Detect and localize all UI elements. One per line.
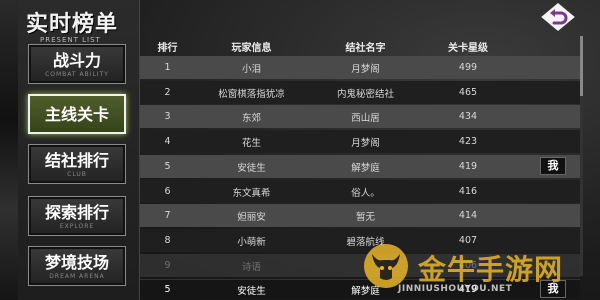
player-cell: 诗语 — [241, 261, 261, 273]
back-button[interactable] — [536, 0, 580, 34]
rank-cell: 8 — [164, 235, 171, 246]
my-player: 安徒生 — [237, 285, 266, 297]
my-rank: 5 — [164, 284, 171, 295]
menu-explore-ranking-button[interactable]: 探索排行 EXPLORE — [28, 196, 126, 236]
player-cell: 安徒生 — [237, 162, 266, 174]
club-cell: 碧落航线 — [346, 236, 385, 248]
club-cell: 解梦庭 — [351, 162, 380, 174]
menu-main-stage-button[interactable]: 主线关卡 — [28, 94, 126, 134]
club-cell: 西山居 — [351, 112, 380, 124]
menu-sublabel: EXPLORE — [59, 223, 95, 230]
stars-cell: 414 — [458, 210, 478, 221]
stars-cell: 416 — [458, 186, 478, 197]
table-row[interactable]: 8 小萌新 碧落航线 407 — [140, 229, 580, 252]
rank-cell: 9 — [164, 260, 171, 271]
page-subtitle: PRESENT LIST — [40, 36, 101, 44]
table-row[interactable]: 7 妲丽安 暂无 414 — [140, 204, 580, 227]
stars-cell: 407 — [458, 235, 478, 246]
stars-cell: 465 — [458, 87, 478, 98]
player-cell: 东郊 — [241, 112, 261, 124]
header-club: 结社名字 — [345, 42, 386, 54]
menu-dream-arena-button[interactable]: 梦境技场 DREAM ARENA — [28, 246, 126, 286]
stars-cell: 423 — [458, 136, 478, 147]
menu-label: 探索排行 — [44, 203, 109, 222]
table-row[interactable]: 9 诗语 406 — [140, 254, 580, 277]
stars-cell: 434 — [458, 111, 478, 122]
rank-cell: 2 — [164, 87, 171, 98]
player-cell: 花生 — [241, 137, 261, 149]
rank-cell: 3 — [164, 111, 171, 122]
menu-sublabel: DREAM ARENA — [49, 273, 105, 280]
menu-sublabel: COMBAT ABILITY — [45, 71, 109, 78]
rank-cell: 4 — [164, 136, 171, 147]
rank-cell: 7 — [164, 210, 171, 221]
rank-cell: 1 — [164, 62, 171, 73]
menu-label: 主线关卡 — [44, 105, 109, 124]
table-row[interactable]: 2 松窗棋落指犹凉 内鬼秘密结社 465 — [140, 81, 580, 104]
my-stars: 419 — [458, 284, 478, 295]
header-player: 玩家信息 — [231, 42, 272, 54]
club-cell: 内鬼秘密结社 — [336, 88, 394, 100]
table-row[interactable]: 3 东郊 西山居 434 — [140, 105, 580, 128]
rank-cell: 5 — [164, 161, 171, 172]
club-cell: 月梦阁 — [351, 63, 380, 75]
me-badge-bottom: 我 — [540, 280, 566, 298]
stars-cell: 499 — [458, 62, 478, 73]
player-cell: 小泪 — [241, 63, 261, 75]
club-cell: 暂无 — [355, 211, 375, 223]
stars-cell: 406 — [458, 260, 478, 271]
table-row[interactable]: 5 安徒生 解梦庭 419 — [140, 155, 580, 178]
menu-label: 战斗力 — [52, 51, 101, 70]
player-cell: 妲丽安 — [237, 211, 266, 223]
stars-cell: 419 — [458, 161, 478, 172]
menu-combat-power-button[interactable]: 战斗力 COMBAT ABILITY — [28, 44, 126, 84]
leaderboard-title: 实时榜单 PRESENT LIST — [26, 6, 136, 44]
menu-label: 结社排行 — [44, 151, 109, 170]
player-cell: 小萌新 — [237, 236, 266, 248]
my-rank-row: 5 安徒生 解梦庭 419 — [140, 279, 580, 299]
rank-cell: 6 — [164, 186, 171, 197]
table-row[interactable]: 6 东文真希 俗人。 416 — [140, 180, 580, 203]
table-row[interactable]: 1 小泪 月梦阁 499 — [140, 56, 580, 79]
club-cell: 俗人。 — [351, 187, 380, 199]
menu-club-ranking-button[interactable]: 结社排行 CLUB — [28, 144, 126, 184]
table-header: 排行 玩家信息 结社名字 关卡星级 — [140, 36, 580, 56]
header-rank: 排行 — [157, 42, 178, 54]
menu-sublabel: CLUB — [67, 171, 87, 178]
scrollbar-thumb[interactable] — [580, 36, 583, 96]
back-arrow-icon — [538, 1, 578, 33]
page-title: 实时榜单 — [26, 11, 119, 37]
menu-label: 梦境技场 — [44, 253, 109, 272]
me-badge: 我 — [540, 157, 566, 175]
player-cell: 松窗棋落指犹凉 — [218, 88, 285, 100]
table-row[interactable]: 4 花生 月梦阁 423 — [140, 130, 580, 153]
player-cell: 东文真希 — [232, 187, 271, 199]
club-cell: 月梦阁 — [351, 137, 380, 149]
my-club: 解梦庭 — [351, 285, 380, 297]
header-stars: 关卡星级 — [448, 42, 488, 54]
